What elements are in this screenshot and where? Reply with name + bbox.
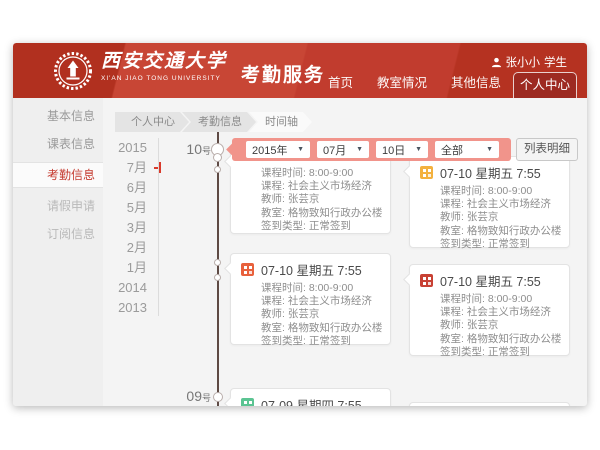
user-info[interactable]: 张小小 学生 xyxy=(491,54,568,70)
card-title: 07-10 星期五 7:55 xyxy=(261,260,362,279)
card-field: 课程: 社会主义市场经济 xyxy=(440,198,561,211)
card-field: 课程: 社会主义市场经济 xyxy=(261,180,382,193)
card-field: 签到类型: 正常签到 xyxy=(440,238,561,251)
sidebar-item-3[interactable]: 请假申请 xyxy=(13,196,103,216)
timeline-node xyxy=(213,153,222,162)
card-body: 课程时间: 8:00-9:00课程: 社会主义市场经济教师: 张芸京教室: 格物… xyxy=(231,279,390,354)
card-body: 课程时间: 8:00-9:00课程: 社会主义市场经济教师: 张芸京教室: 格物… xyxy=(410,290,569,365)
user-role: 学生 xyxy=(544,54,567,70)
month-select[interactable]: 07月▼ xyxy=(317,141,369,158)
timeline-day-label: 09号 xyxy=(171,388,211,404)
attendance-card: 07-10 星期五 7:55 课程时间: 8:00-9:00课程: 社会主义市场经… xyxy=(409,156,570,248)
timeline-year-list: 20157月6月5月3月2月1月20142013 xyxy=(103,138,153,318)
card-field: 签到类型: 正常签到 xyxy=(261,220,382,233)
breadcrumb-item-0[interactable]: 个人中心 xyxy=(115,112,189,132)
page-title: 考勤服务 xyxy=(241,60,325,87)
timeline-year-1[interactable]: 7月 xyxy=(103,158,153,178)
timeline-year-0[interactable]: 2015 xyxy=(103,138,153,158)
timeline-node xyxy=(214,259,221,266)
sidebar: 基本信息课表信息考勤信息请假申请订阅信息 xyxy=(13,98,103,406)
nav-item-2[interactable]: 其他信息 xyxy=(451,72,501,91)
card-field: 教师: 张芸京 xyxy=(261,193,382,206)
sidebar-item-4[interactable]: 订阅信息 xyxy=(13,224,103,244)
card-field: 签到类型: 正常签到 xyxy=(261,335,382,348)
university-name-en: XI'AN JIAO TONG UNIVERSITY xyxy=(101,75,227,82)
timeline-node xyxy=(214,274,221,281)
card-title: 07-10 星期五 7:55 xyxy=(440,163,541,182)
nav-item-personal-center[interactable]: 个人中心 xyxy=(513,72,577,98)
attendance-card: 07-10 星期五 7:55 课程时间: 8:00-9:00课程: 社会主义市场经… xyxy=(230,253,391,345)
chevron-down-icon: ▼ xyxy=(415,146,422,153)
timeline-year-3[interactable]: 5月 xyxy=(103,198,153,218)
breadcrumb: 个人中心考勤信息时间轴 xyxy=(115,112,312,132)
card-field: 教室: 格物致知行政办公楼 xyxy=(440,225,561,238)
attendance-card xyxy=(409,402,570,406)
timeline-day-label: 10号 xyxy=(171,141,211,157)
chevron-down-icon: ▼ xyxy=(297,146,304,153)
nav-item-0[interactable]: 首页 xyxy=(328,72,353,91)
chevron-down-icon: ▼ xyxy=(356,146,363,153)
card-title: 07-09 星期四 7:55 xyxy=(261,395,362,406)
card-field: 课程时间: 8:00-9:00 xyxy=(261,167,382,180)
attendance-type-icon xyxy=(241,398,254,406)
attendance-card: 07-10 星期五 7:55 课程时间: 8:00-9:00课程: 社会主义市场经… xyxy=(409,264,570,356)
card-field: 教师: 张芸京 xyxy=(261,308,382,321)
screenshot-stage: 西安交通大学 XI'AN JIAO TONG UNIVERSITY 考勤服务 张… xyxy=(0,0,600,450)
card-field: 教师: 张芸京 xyxy=(440,319,561,332)
card-body: 课程时间: 8:00-9:00课程: 社会主义市场经济教师: 张芸京教室: 格物… xyxy=(410,182,569,257)
timeline-year-4[interactable]: 3月 xyxy=(103,218,153,238)
list-detail-button[interactable]: 列表明细 xyxy=(516,138,578,161)
timeline-node xyxy=(213,392,223,402)
card-field: 教室: 格物致知行政办公楼 xyxy=(261,322,382,335)
card-title: 07-10 星期五 7:55 xyxy=(440,271,541,290)
year-select[interactable]: 2015年▼ xyxy=(246,141,310,158)
card-field: 课程时间: 8:00-9:00 xyxy=(440,185,561,198)
card-header: 07-10 星期五 7:55 xyxy=(231,254,390,279)
user-icon xyxy=(491,57,502,68)
timeline-year-8[interactable]: 2013 xyxy=(103,298,153,318)
card-header: 07-09 星期四 7:55 xyxy=(231,389,390,406)
sidebar-item-0[interactable]: 基本信息 xyxy=(13,106,103,126)
timeline-year-2[interactable]: 6月 xyxy=(103,178,153,198)
timeline-node xyxy=(214,166,221,173)
filter-banner: 2015年▼ 07月▼ 10日▼ 全部▼ xyxy=(232,138,511,161)
sidebar-item-2[interactable]: 考勤信息 xyxy=(13,162,103,188)
attendance-type-icon xyxy=(420,274,433,287)
breadcrumb-item-1[interactable]: 考勤信息 xyxy=(182,112,256,132)
card-header: 07-10 星期五 7:55 xyxy=(410,265,569,290)
timeline-year-6[interactable]: 1月 xyxy=(103,258,153,278)
nav-item-1[interactable]: 教室情况 xyxy=(377,72,427,91)
card-field: 签到类型: 正常签到 xyxy=(440,346,561,359)
card-field: 教师: 张芸京 xyxy=(440,211,561,224)
card-field: 课程时间: 8:00-9:00 xyxy=(440,293,561,306)
type-select[interactable]: 全部▼ xyxy=(435,141,499,158)
university-name-cn: 西安交通大学 xyxy=(101,51,227,73)
card-field: 教室: 格物致知行政办公楼 xyxy=(261,207,382,220)
attendance-type-icon xyxy=(241,263,254,276)
timeline-year-5[interactable]: 2月 xyxy=(103,238,153,258)
attendance-card: 07-09 星期四 7:55 xyxy=(230,388,391,406)
attendance-type-icon xyxy=(420,166,433,179)
chevron-down-icon: ▼ xyxy=(486,146,493,153)
card-field: 课程: 社会主义市场经济 xyxy=(440,306,561,319)
app-header: 西安交通大学 XI'AN JIAO TONG UNIVERSITY 考勤服务 张… xyxy=(13,43,587,98)
year-list-divider xyxy=(158,138,159,316)
main-nav: 首页 教室情况 其他信息 xyxy=(328,72,501,91)
university-name: 西安交通大学 XI'AN JIAO TONG UNIVERSITY xyxy=(101,51,227,82)
card-field: 课程时间: 8:00-9:00 xyxy=(261,282,382,295)
card-field: 课程: 社会主义市场经济 xyxy=(261,295,382,308)
university-logo xyxy=(53,51,93,91)
user-name: 张小小 xyxy=(506,54,541,70)
timeline-year-7[interactable]: 2014 xyxy=(103,278,153,298)
day-select[interactable]: 10日▼ xyxy=(376,141,428,158)
breadcrumb-item-2[interactable]: 时间轴 xyxy=(249,112,312,132)
card-field: 教室: 格物致知行政办公楼 xyxy=(440,333,561,346)
sidebar-item-1[interactable]: 课表信息 xyxy=(13,134,103,154)
app-window: 西安交通大学 XI'AN JIAO TONG UNIVERSITY 考勤服务 张… xyxy=(13,43,587,406)
brand: 西安交通大学 XI'AN JIAO TONG UNIVERSITY 考勤服务 xyxy=(53,51,325,91)
